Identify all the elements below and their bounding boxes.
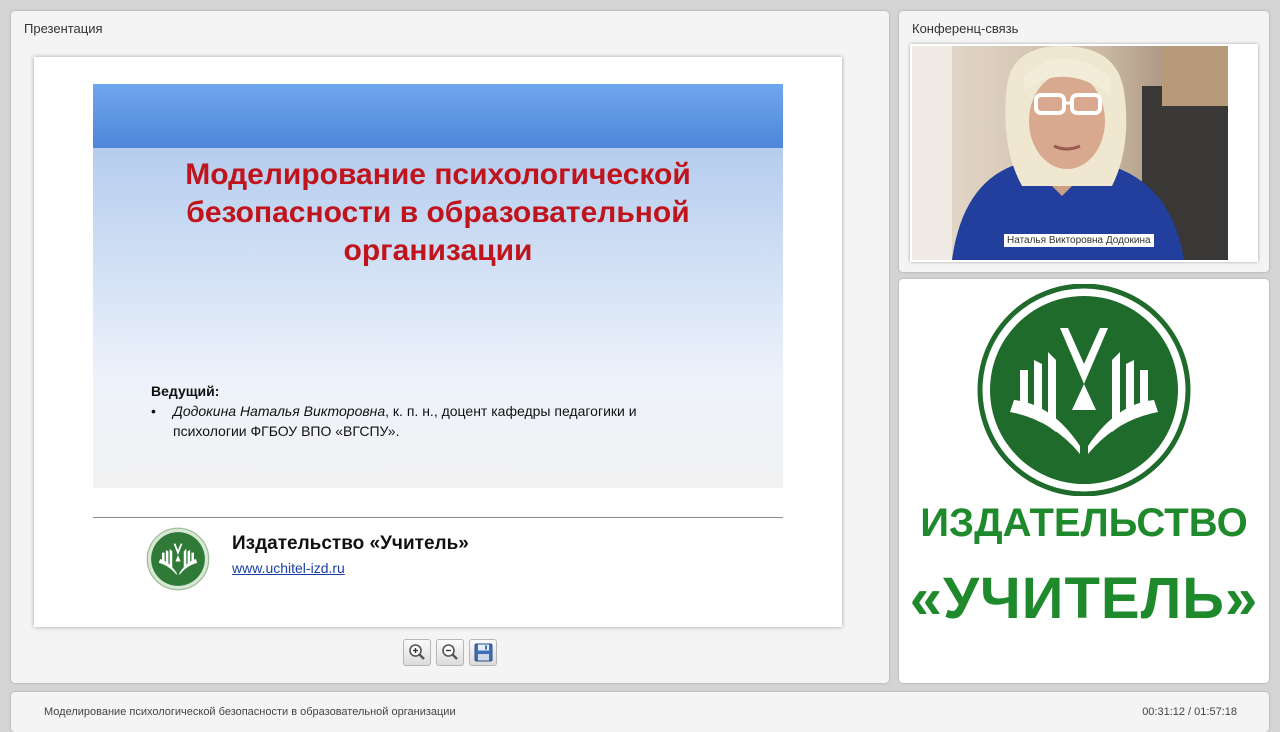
publisher-logo-icon	[146, 527, 210, 591]
zoom-out-icon	[442, 644, 458, 660]
presenter-details-2: психологии ФГБОУ ВПО «ВГСПУ».	[173, 423, 400, 439]
participant-name-label: Наталья Викторовна Додокина	[1004, 234, 1154, 247]
zoom-out-button[interactable]	[436, 639, 464, 666]
save-button[interactable]	[469, 639, 497, 666]
slide-divider	[93, 517, 783, 518]
presentation-panel-title: Презентация	[24, 21, 103, 36]
floppy-disk-icon	[474, 643, 493, 662]
speaker-video-icon	[912, 46, 1228, 260]
zoom-in-icon	[409, 644, 425, 660]
presenter-item: • Додокина Наталья Викторовна, к. п. н.,…	[151, 401, 751, 441]
zoom-in-button[interactable]	[403, 639, 431, 666]
publisher-logo-large-icon	[977, 284, 1191, 496]
slide-title-line-2: безопасности в образовательной	[186, 196, 690, 229]
slide-title-line-3: организации	[343, 234, 533, 267]
slide-presenter: Ведущий: • Додокина Наталья Викторовна, …	[151, 381, 751, 441]
brand-title-line-2: «УЧИТЕЛЬ»	[909, 566, 1259, 631]
brand-title-line-1: ИЗДАТЕЛЬСТВО	[920, 501, 1248, 545]
playback-time: 00:31:12 / 01:57:18	[1142, 706, 1237, 718]
presenter-label: Ведущий:	[151, 383, 220, 399]
conference-panel-title: Конференц-связь	[912, 21, 1019, 36]
conference-panel: Конференц-связь Наталья Викторовна Додок…	[899, 11, 1269, 272]
brand-panel: ИЗДАТЕЛЬСТВО «УЧИТЕЛЬ»	[899, 279, 1269, 683]
presenter-details-1: , к. п. н., доцент кафедры педагогики и	[385, 403, 637, 419]
presenter-name: Додокина Наталья Викторовна	[173, 403, 386, 419]
slide-title-line-1: Моделирование психологической	[185, 158, 691, 191]
presentation-panel: Презентация Моделирование психологическо…	[11, 11, 889, 683]
publisher-url-link[interactable]: www.uchitel-izd.ru	[232, 560, 345, 576]
bottom-status-bar: Моделирование психологической безопаснос…	[11, 692, 1269, 732]
presentation-slide: Моделирование психологической безопаснос…	[34, 57, 842, 627]
video-feed: Наталья Викторовна Додокина	[910, 44, 1258, 262]
slide-title: Моделирование психологической безопаснос…	[93, 156, 783, 270]
slide-top-bar	[93, 84, 783, 148]
publisher-name: Издательство «Учитель»	[232, 533, 469, 554]
video-picture	[912, 46, 1228, 260]
webinar-title: Моделирование психологической безопаснос…	[44, 706, 456, 718]
slide-header-area: Моделирование психологической безопаснос…	[93, 84, 783, 488]
presenter-bullet: •	[151, 403, 156, 419]
